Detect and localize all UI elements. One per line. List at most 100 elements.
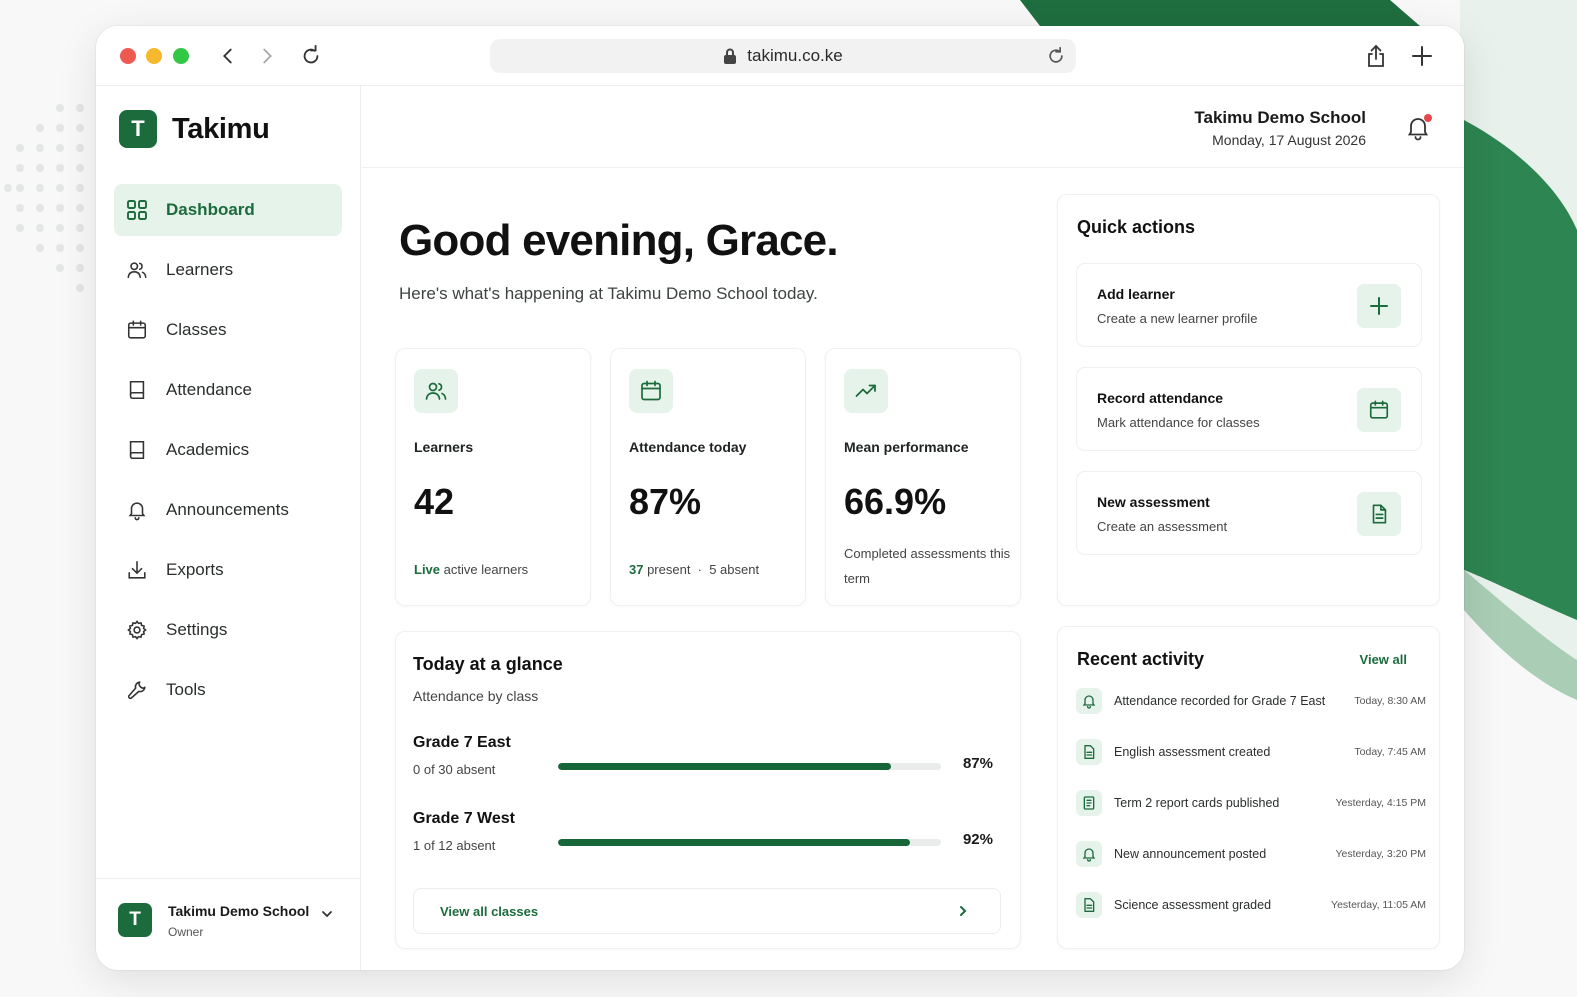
attendance-percent: 92% [962, 831, 993, 848]
sidebar-item-label: Tools [166, 680, 206, 699]
calendar-icon[interactable] [1357, 388, 1401, 432]
account-role: Owner [168, 925, 204, 939]
activity-item[interactable]: Science assessment graded Yesterday, 11:… [1076, 892, 1426, 922]
close-window-button[interactable] [120, 48, 136, 64]
notification-dot [1424, 114, 1432, 122]
stat-card-performance[interactable]: Mean performance 66.9% Completed assessm… [825, 348, 1021, 606]
share-icon[interactable] [1363, 43, 1389, 69]
activity-text: Attendance recorded for Grade 7 East [1114, 694, 1326, 708]
class-name: Grade 7 West [413, 810, 515, 827]
school-avatar: T [118, 903, 152, 937]
header-school-name: Takimu Demo School [1194, 108, 1366, 127]
document-icon [1076, 739, 1102, 765]
recent-activity-card: Recent activity View all Attendance reco… [1057, 626, 1440, 949]
forward-icon[interactable] [254, 43, 280, 69]
sidebar-item-label: Attendance [166, 380, 253, 399]
activity-item[interactable]: Attendance recorded for Grade 7 East Tod… [1076, 688, 1426, 718]
stat-value: 42 [414, 481, 455, 522]
sidebar-item-academics[interactable]: Academics [114, 424, 342, 476]
url-reload-icon[interactable] [1046, 46, 1066, 71]
sidebar-nav: Dashboard Learners Classes Attendance Ac… [114, 184, 342, 724]
recent-activity-view-all-link[interactable]: View all [1360, 652, 1407, 667]
stat-label: Mean performance [844, 439, 969, 455]
sidebar-item-attendance[interactable]: Attendance [114, 364, 342, 416]
bell-icon [1076, 841, 1102, 867]
class-attendance-row[interactable]: Grade 7 East 0 of 30 absent 87% [413, 734, 1003, 784]
sidebar-item-label: Settings [166, 620, 228, 639]
header-date: Monday, 17 August 2026 [1212, 132, 1366, 148]
report-icon [1076, 790, 1102, 816]
sidebar-item-classes[interactable]: Classes [114, 304, 342, 356]
back-icon[interactable] [215, 43, 241, 69]
calendar-icon [126, 319, 148, 341]
sidebar-item-settings[interactable]: Settings [114, 604, 342, 656]
activity-item[interactable]: English assessment created Today, 7:45 A… [1076, 739, 1426, 769]
address-bar[interactable]: takimu.co.ke [490, 39, 1076, 73]
gear-icon [126, 619, 148, 641]
class-attendance-row[interactable]: Grade 7 West 1 of 12 absent 92% [413, 810, 1003, 860]
view-all-classes-label: View all classes [440, 904, 539, 919]
sidebar-item-exports[interactable]: Exports [114, 544, 342, 596]
quick-action-subtitle: Create a new learner profile [1097, 311, 1258, 326]
activity-item[interactable]: Term 2 report cards published Yesterday,… [1076, 790, 1426, 820]
stat-card-learners[interactable]: Learners 42 Live active learners [395, 348, 591, 606]
sidebar-item-learners[interactable]: Learners [114, 244, 342, 296]
activity-item[interactable]: New announcement posted Yesterday, 3:20 … [1076, 841, 1426, 871]
chevron-down-icon[interactable] [320, 907, 334, 926]
attendance-progress-bar [558, 763, 941, 770]
stat-note-highlight: 37 [629, 562, 644, 577]
brand[interactable]: T Takimu [119, 110, 270, 148]
sidebar-item-tools[interactable]: Tools [114, 664, 342, 716]
calendar-icon [629, 369, 673, 413]
stat-note: 37 present · 5 absent [629, 557, 799, 582]
quick-action-title: New assessment [1097, 494, 1210, 510]
quick-action-title: Record attendance [1097, 390, 1224, 406]
wrench-icon [126, 679, 148, 701]
attendance-progress-fill [558, 839, 911, 846]
browser-titlebar: takimu.co.ke [96, 26, 1464, 86]
url-text: takimu.co.ke [747, 46, 843, 65]
activity-time: Yesterday, 11:05 AM [1331, 899, 1426, 911]
download-icon [126, 559, 148, 581]
brand-logo: T [119, 110, 157, 148]
plus-icon[interactable] [1357, 284, 1401, 328]
reload-icon[interactable] [298, 43, 324, 69]
sidebar-item-label: Announcements [166, 500, 289, 519]
stat-note-highlight: Live [414, 562, 441, 577]
stat-note: Completed assessments this term [844, 541, 1014, 591]
attendance-percent: 87% [962, 755, 993, 772]
sidebar-item-dashboard[interactable]: Dashboard [114, 184, 342, 236]
view-all-classes-button[interactable]: View all classes [413, 888, 1001, 934]
greeting-title: Good evening, Grace. [399, 216, 839, 265]
document-icon[interactable] [1357, 492, 1401, 536]
class-absent: 0 of 30 absent [413, 762, 496, 777]
maximize-window-button[interactable] [173, 48, 189, 64]
greeting-subtitle: Here's what's happening at Takimu Demo S… [399, 284, 818, 303]
users-icon [126, 259, 148, 281]
quick-action-add-learner[interactable]: Add learner Create a new learner profile [1076, 263, 1422, 347]
stat-note-text: Completed assessments this term [844, 546, 1011, 586]
bell-icon [126, 499, 148, 521]
sidebar-item-label: Dashboard [166, 200, 255, 219]
document-icon [1076, 892, 1102, 918]
minimize-window-button[interactable] [146, 48, 162, 64]
attendance-progress-fill [558, 763, 892, 770]
quick-action-new-assessment[interactable]: New assessment Create an assessment [1076, 471, 1422, 555]
book-icon [126, 439, 148, 461]
account-school-name: Takimu Demo School [168, 903, 310, 919]
quick-action-record-attendance[interactable]: Record attendance Mark attendance for cl… [1076, 367, 1422, 451]
activity-text: Term 2 report cards published [1114, 796, 1280, 810]
stat-card-attendance[interactable]: Attendance today 87% 37 present · 5 abse… [610, 348, 806, 606]
stat-value: 66.9% [844, 481, 947, 522]
stat-label: Learners [414, 439, 474, 455]
account-switcher[interactable]: T Takimu Demo School Owner [96, 878, 360, 970]
quick-action-title: Add learner [1097, 286, 1175, 302]
brand-name: Takimu [172, 112, 270, 145]
glance-subtitle: Attendance by class [413, 688, 539, 704]
new-tab-icon[interactable] [1409, 43, 1435, 69]
users-icon [414, 369, 458, 413]
quick-action-subtitle: Mark attendance for classes [1097, 415, 1260, 430]
grid-icon [126, 199, 148, 221]
sidebar-item-announcements[interactable]: Announcements [114, 484, 342, 536]
quick-actions-card: Quick actions Add learner Create a new l… [1057, 194, 1440, 606]
